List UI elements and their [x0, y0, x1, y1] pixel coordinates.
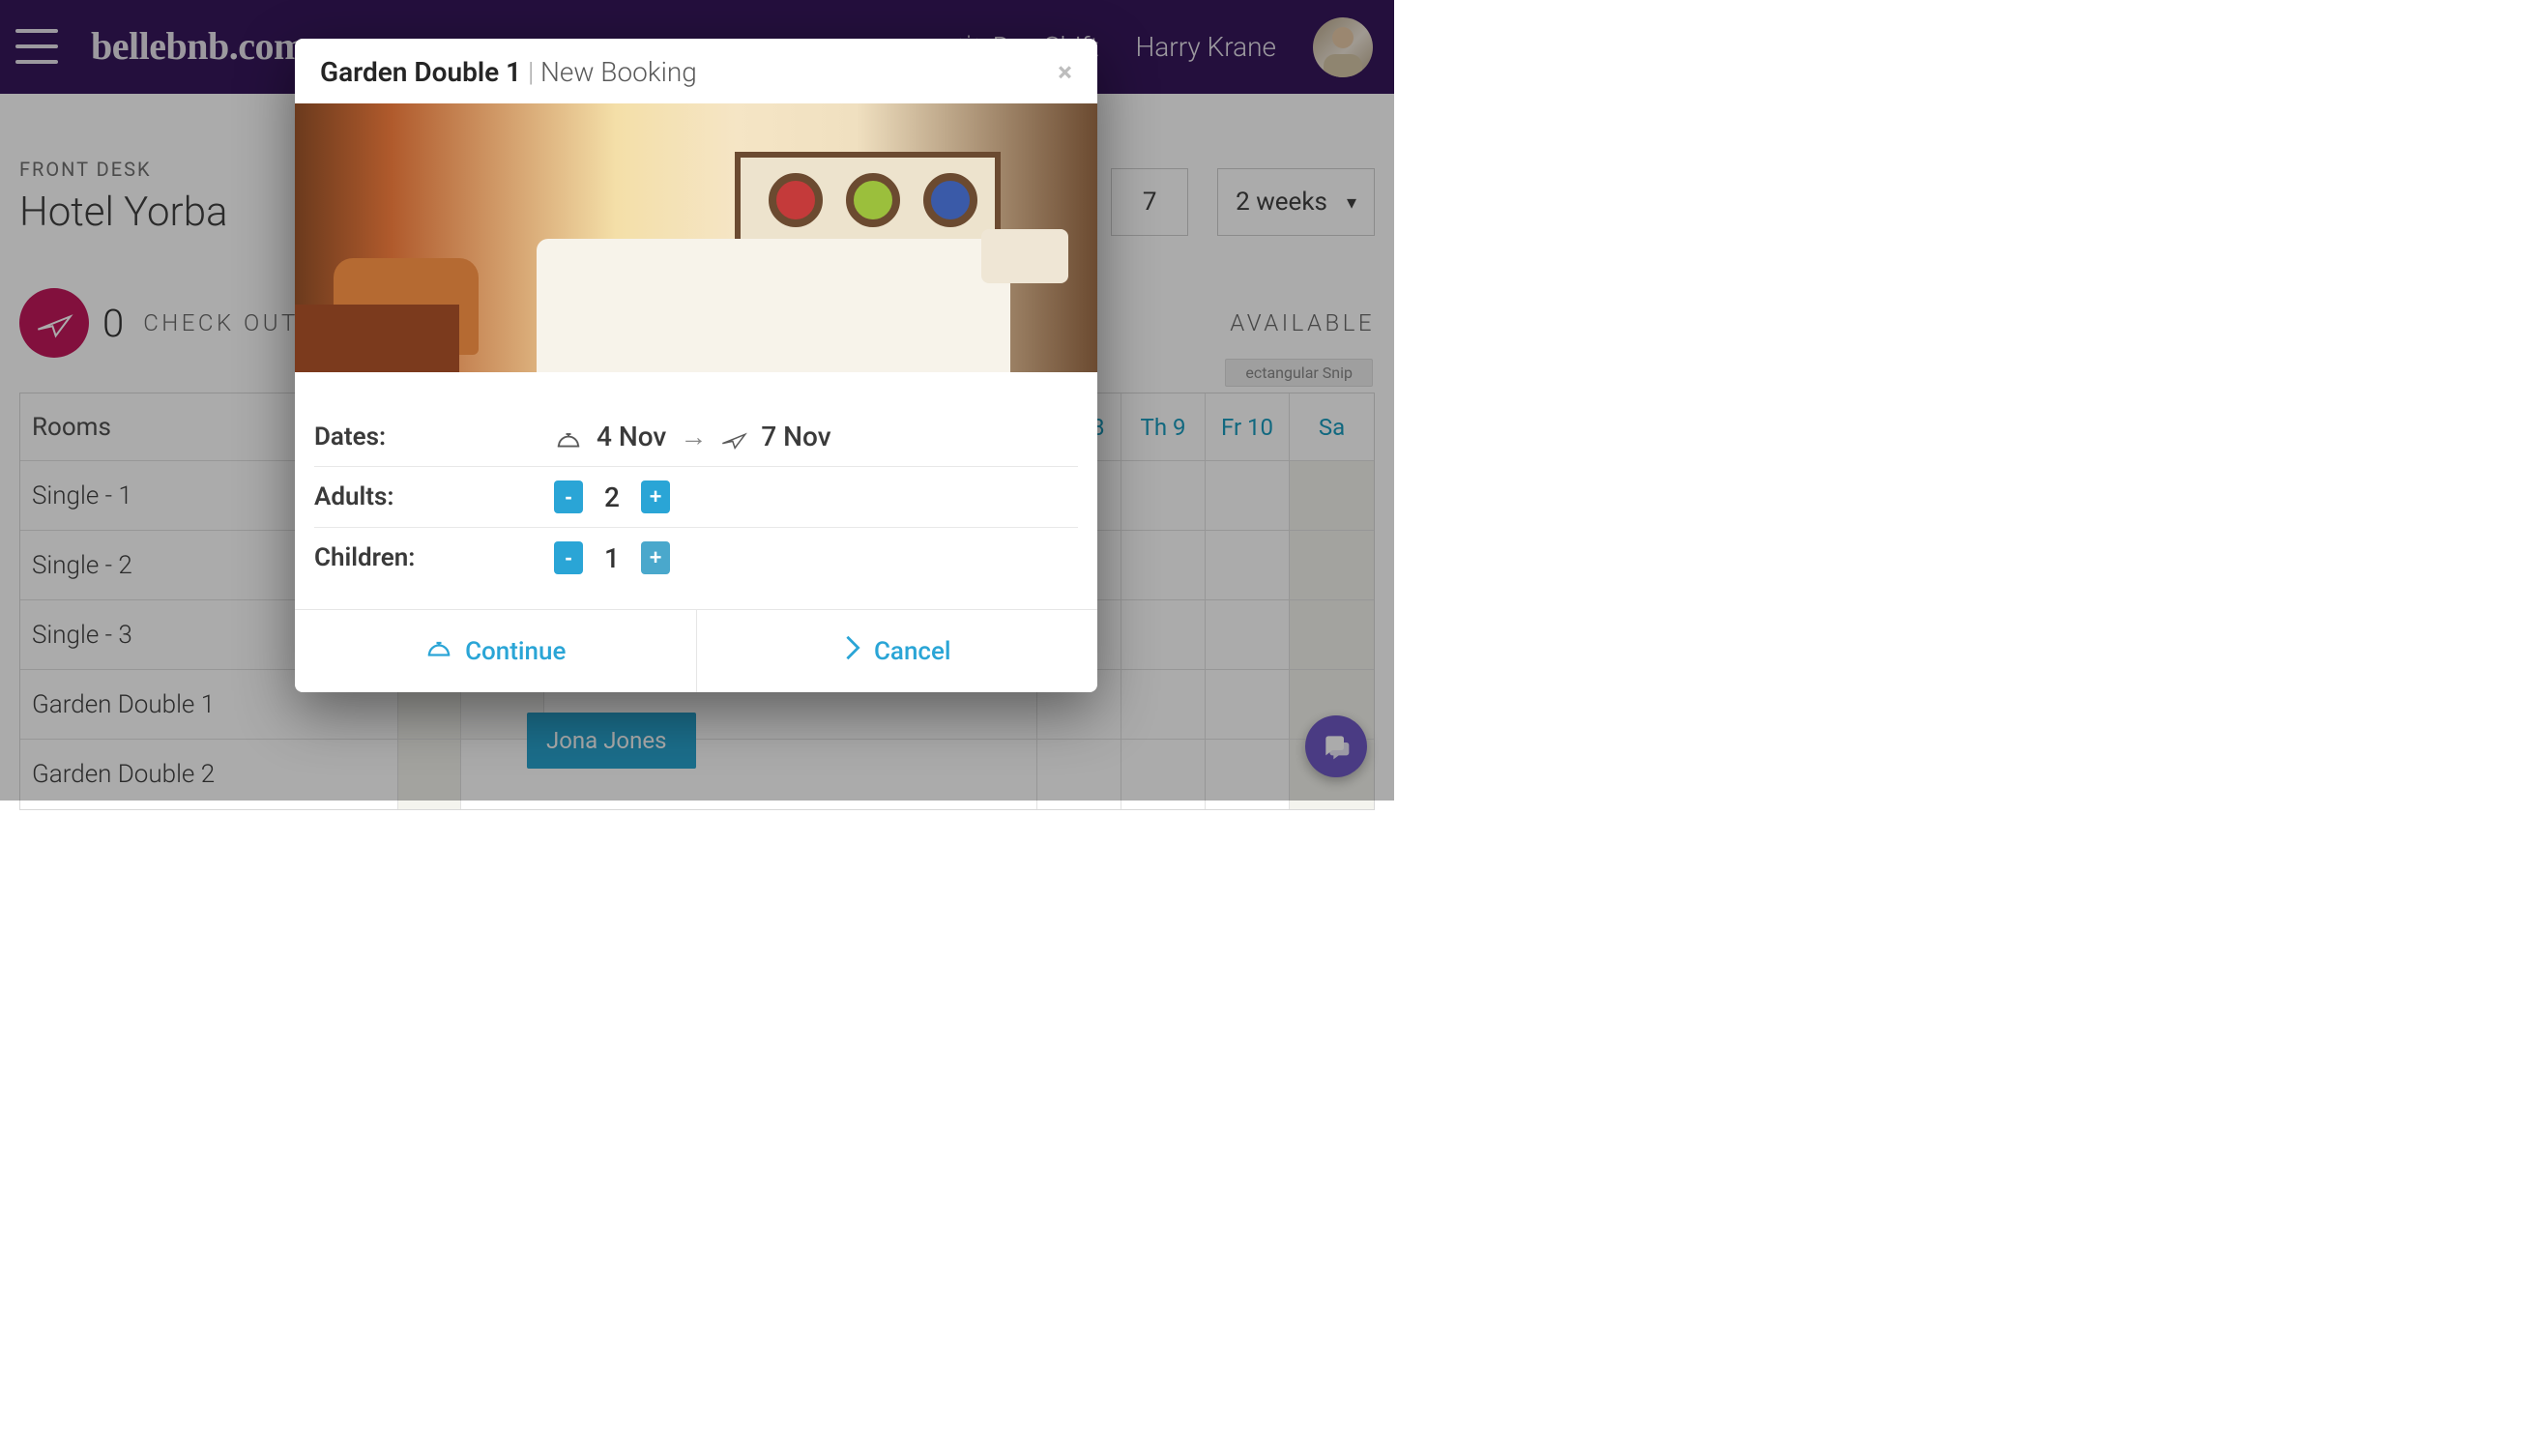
modal-room-name: Garden Double 1	[320, 56, 521, 88]
checkout-date: 7 Nov	[761, 421, 830, 452]
airplane-icon	[720, 421, 747, 452]
modal-footer: Continue Cancel	[295, 609, 1097, 692]
children-row: Children: - 1 +	[314, 528, 1078, 588]
adults-stepper: - 2 +	[554, 480, 670, 513]
arrow-icon: →	[680, 421, 707, 452]
adults-label: Adults:	[314, 482, 554, 511]
booking-modal: Garden Double 1 | New Booking × Dates: 4…	[295, 39, 1097, 692]
checkin-date: 4 Nov	[597, 421, 666, 452]
cancel-button[interactable]: Cancel	[697, 610, 1098, 692]
adults-minus-button[interactable]: -	[554, 480, 583, 513]
bell-icon	[424, 636, 453, 666]
children-label: Children:	[314, 543, 554, 572]
dates-value: 4 Nov → 7 Nov	[554, 421, 831, 452]
children-stepper: - 1 +	[554, 541, 670, 574]
chevron-right-icon	[843, 634, 862, 668]
continue-label: Continue	[465, 637, 566, 666]
continue-button[interactable]: Continue	[295, 610, 697, 692]
dates-label: Dates:	[314, 422, 554, 451]
close-icon[interactable]: ×	[1058, 56, 1072, 88]
modal-title: Garden Double 1 | New Booking	[320, 56, 697, 88]
modal-header: Garden Double 1 | New Booking ×	[295, 39, 1097, 103]
modal-subtitle: New Booking	[540, 56, 697, 88]
children-minus-button[interactable]: -	[554, 541, 583, 574]
children-plus-button[interactable]: +	[641, 541, 670, 574]
dates-row: Dates: 4 Nov → 7 Nov	[314, 407, 1078, 467]
children-value: 1	[583, 542, 641, 574]
room-image	[295, 103, 1097, 372]
adults-plus-button[interactable]: +	[641, 480, 670, 513]
cancel-label: Cancel	[874, 637, 951, 666]
bell-icon	[554, 421, 583, 452]
adults-row: Adults: - 2 +	[314, 467, 1078, 528]
adults-value: 2	[583, 481, 641, 513]
modal-body: Dates: 4 Nov → 7 Nov Adults: - 2 +	[295, 372, 1097, 609]
